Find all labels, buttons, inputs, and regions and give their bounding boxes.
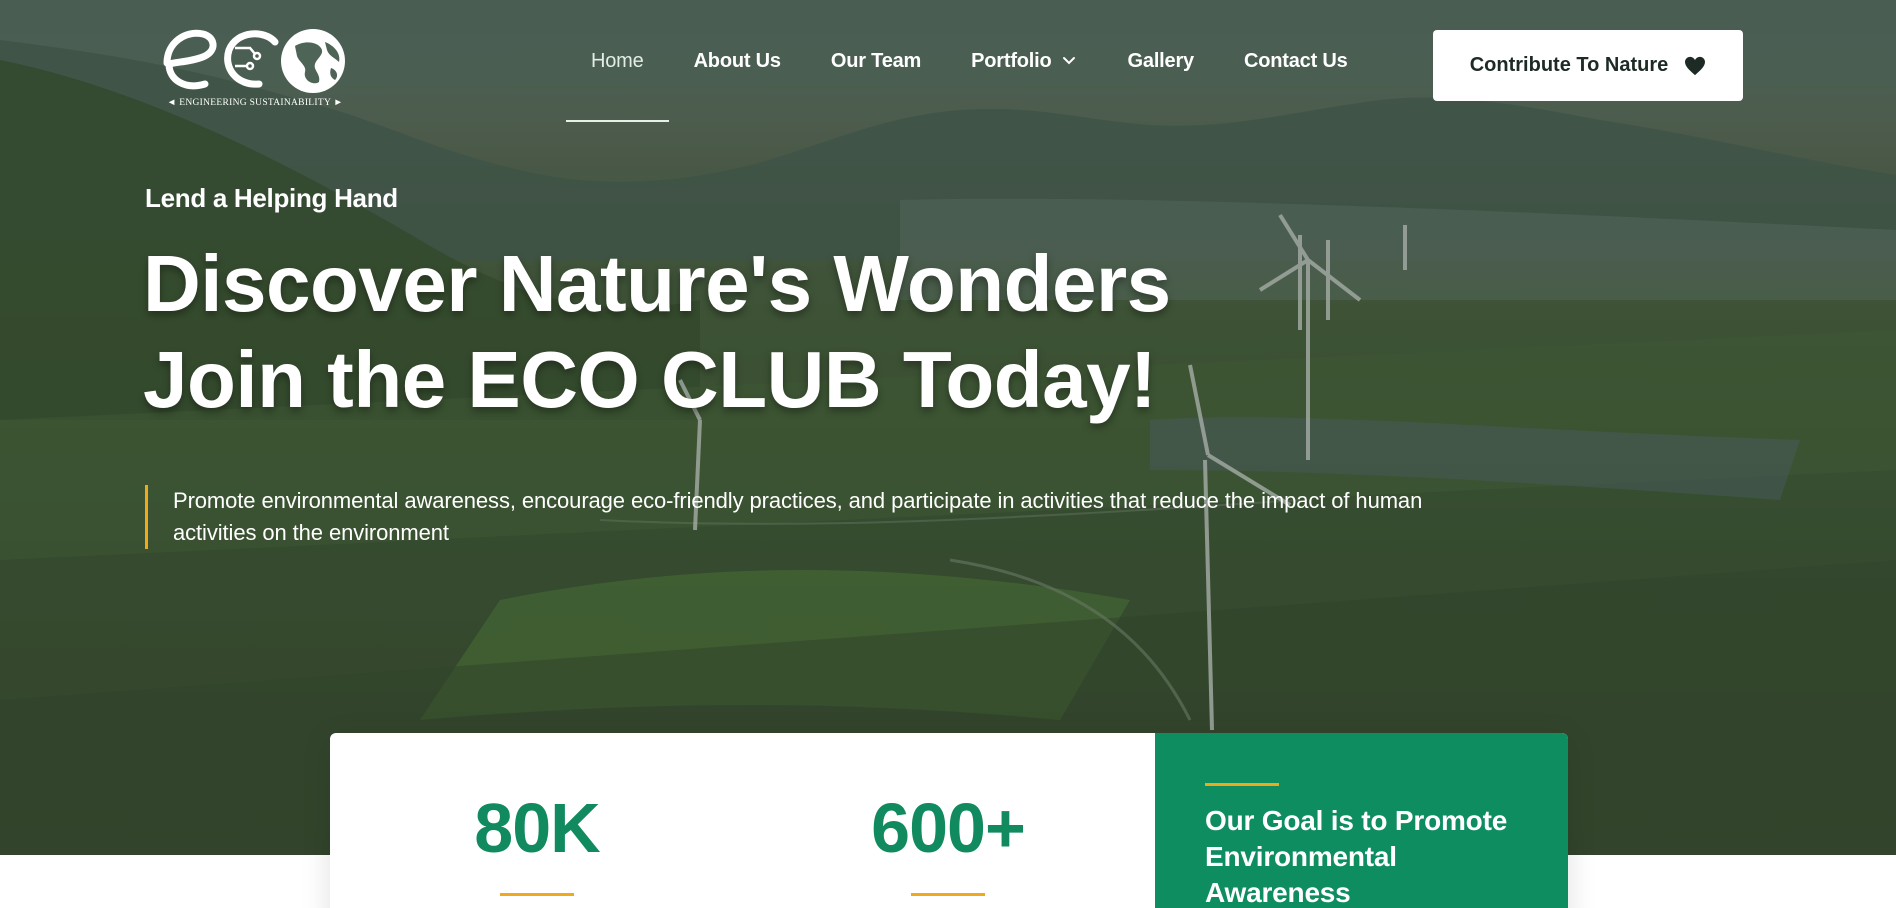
goal-accent-line (1205, 783, 1279, 786)
eco-logo-icon (163, 29, 345, 93)
stat-item: 80K (372, 733, 702, 896)
hero-lead: Promote environmental awareness, encoura… (145, 485, 1465, 549)
tagline-arrow-right-icon: ► (333, 98, 344, 108)
nav-our-team[interactable]: Our Team (806, 0, 946, 122)
main-nav: Home About Us Our Team Portfolio Gallery… (566, 0, 1373, 122)
nav-home-label: Home (591, 49, 644, 72)
tagline-text: ENGINEERING SUSTAINABILITY (179, 98, 331, 108)
nav-gallery-label: Gallery (1127, 49, 1195, 72)
contribute-button[interactable]: Contribute To Nature (1433, 30, 1743, 101)
logo-tagline: ◄ ENGINEERING SUSTAINABILITY ► (155, 98, 355, 108)
nav-contact-us[interactable]: Contact Us (1219, 0, 1373, 122)
chevron-down-icon (1062, 57, 1075, 65)
stat-value: 600+ (871, 789, 1026, 867)
hero-headline: Discover Nature's Wonders Join the ECO C… (143, 236, 1171, 428)
nav-contact-us-label: Contact Us (1243, 49, 1348, 72)
goal-heading: Our Goal is to Promote Environmental Awa… (1205, 805, 1508, 908)
nav-home[interactable]: Home (566, 0, 669, 122)
site-logo[interactable]: ◄ ENGINEERING SUSTAINABILITY ► (155, 18, 355, 113)
stat-divider (911, 893, 985, 896)
stat-value: 80K (474, 789, 600, 867)
stat-item: 600+ (783, 733, 1113, 896)
headline-line-2: Join the ECO CLUB Today! (143, 335, 1157, 424)
nav-our-team-label: Our Team (830, 49, 922, 72)
nav-portfolio-label: Portfolio (971, 49, 1052, 72)
stat-divider (500, 893, 574, 896)
tagline-arrow-left-icon: ◄ (166, 98, 177, 108)
hero-lead-text: Promote environmental awareness, encoura… (173, 488, 1423, 545)
hero-eyebrow: Lend a Helping Hand (145, 183, 398, 213)
stats-card: 80K 600+ Our Goal is to Promote Environm… (330, 733, 1568, 908)
nav-portfolio[interactable]: Portfolio (946, 0, 1102, 122)
headline-line-1: Discover Nature's Wonders (143, 239, 1171, 328)
lead-accent-bar (145, 485, 148, 549)
nav-about-us[interactable]: About Us (669, 0, 806, 122)
heart-icon (1685, 56, 1706, 75)
contribute-button-label: Contribute To Nature (1469, 54, 1669, 76)
goal-panel: Our Goal is to Promote Environmental Awa… (1155, 733, 1568, 908)
nav-about-us-label: About Us (693, 49, 781, 72)
nav-gallery[interactable]: Gallery (1103, 0, 1219, 122)
